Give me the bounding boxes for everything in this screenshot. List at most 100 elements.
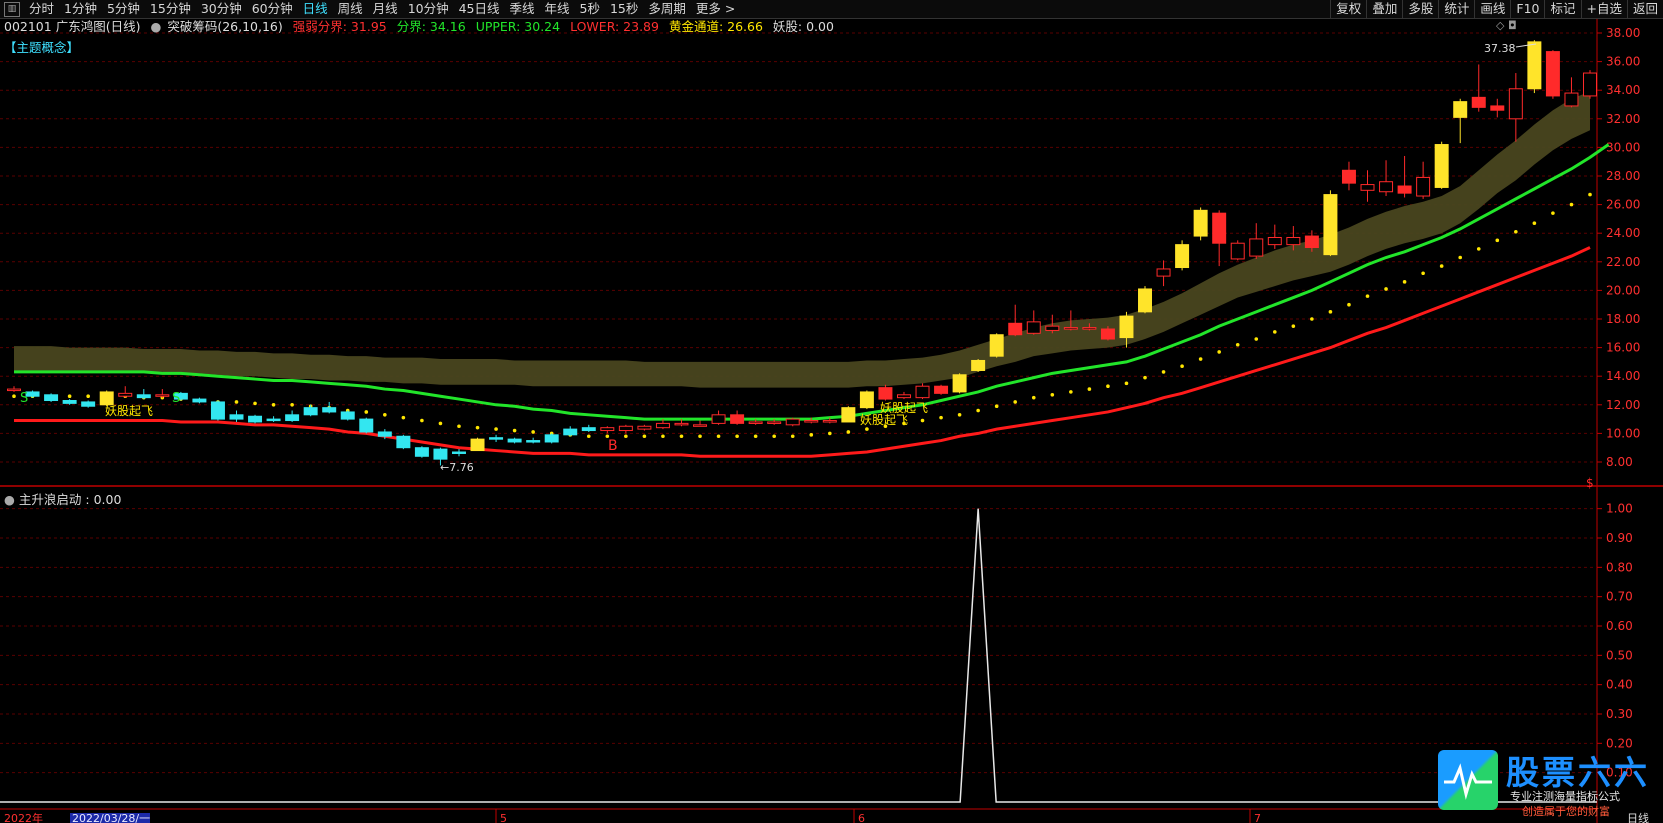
candle-body: [414, 447, 429, 457]
period-tab-10[interactable]: 45日线: [454, 0, 505, 18]
price-tick-label: 22.00: [1606, 255, 1640, 269]
period-tab-11[interactable]: 季线: [505, 0, 540, 18]
price-tick-label: 10.00: [1606, 426, 1640, 440]
channel-dot: [1402, 280, 1407, 284]
candle-body: [229, 414, 244, 420]
toolbar-button-0[interactable]: 复权: [1330, 0, 1366, 18]
candle-body: [934, 385, 949, 394]
candle-body: [62, 400, 77, 404]
candle-body: [470, 438, 485, 452]
channel-dot: [1124, 381, 1129, 386]
candle-body: [1416, 176, 1431, 197]
period-tab-16[interactable]: 更多 >: [691, 0, 740, 18]
period-toolbar: ▥ 分时 1分钟 5分钟 15分钟 30分钟 60分钟 日线 周线 月线 10分钟 45日线 季线 年线…: [0, 0, 1663, 19]
indicator-tick-label: 0.80: [1606, 560, 1633, 574]
logo-subtitle: 专业注测海量指标公式: [1510, 790, 1620, 803]
indicator-panel-label: 主升浪启动 : 0.00: [18, 492, 122, 507]
candle-body: [7, 388, 21, 392]
price-tick-label: 34.00: [1606, 83, 1640, 97]
logo-slogan: 创造属于您的财富: [1522, 805, 1610, 818]
channel-dot: [271, 403, 276, 407]
channel-dot: [1013, 400, 1018, 404]
channel-dot: [1198, 357, 1203, 361]
channel-dot: [253, 401, 257, 406]
topic-concept-tag[interactable]: 【主题概念】: [4, 37, 79, 56]
channel-dot: [976, 408, 980, 413]
candle-body: [1082, 327, 1097, 330]
channel-dot: [698, 434, 702, 439]
period-tab-4[interactable]: 30分钟: [196, 0, 247, 18]
stock-code-name[interactable]: 002101 广东鸿图(日线): [4, 19, 140, 34]
menu-icon[interactable]: ▥: [4, 1, 20, 17]
candle-body: [285, 414, 300, 422]
period-tab-1[interactable]: 1分钟: [59, 0, 102, 18]
toolbar-button-6[interactable]: 标记: [1544, 0, 1580, 18]
channel-dot: [1551, 211, 1555, 215]
candle-body: [971, 359, 986, 371]
candle-body: [878, 387, 893, 400]
candle-body: [1453, 101, 1468, 118]
period-tab-9[interactable]: 10分钟: [403, 0, 454, 18]
period-tab-6[interactable]: 日线: [298, 0, 333, 18]
price-tick-label: 8.00: [1606, 455, 1633, 469]
indicator-tick-label: 0.30: [1606, 707, 1633, 721]
candle-body: [1527, 41, 1542, 90]
indicator-toggle-icon[interactable]: ●: [4, 492, 15, 507]
period-tab-15[interactable]: 多周期: [643, 0, 691, 18]
toolbar-button-3[interactable]: 统计: [1438, 0, 1474, 18]
candle-body: [896, 394, 911, 399]
candle-body: [1341, 169, 1356, 184]
low-price-label: ←7.76: [440, 461, 474, 474]
period-tab-13[interactable]: 5秒: [575, 0, 605, 18]
period-tab-12[interactable]: 年线: [540, 0, 575, 18]
candle-body: [81, 401, 96, 407]
channel-dot: [1291, 324, 1296, 328]
candle-body: [544, 434, 559, 443]
channel-dot: [1588, 192, 1592, 197]
toolbar-button-1[interactable]: 叠加: [1366, 0, 1402, 18]
channel-dot: [661, 434, 665, 439]
toolbar-button-7[interactable]: +自选: [1580, 0, 1627, 18]
channel-dot: [1328, 310, 1333, 314]
lower-value: LOWER: 23.89: [570, 19, 659, 34]
indicator-settings-icon[interactable]: ●: [150, 19, 161, 34]
candle-body: [693, 424, 708, 427]
period-tab-3[interactable]: 15分钟: [145, 0, 196, 18]
candle-body: [340, 411, 355, 420]
candle-body: [952, 374, 967, 393]
channel-dot: [1310, 317, 1314, 321]
period-tab-14[interactable]: 15秒: [605, 0, 643, 18]
period-tab-7[interactable]: 周线: [333, 0, 368, 18]
yao-stock-signal-label: 妖股起飞: [860, 413, 908, 427]
price-tick-label: 20.00: [1606, 283, 1640, 297]
toolbar-button-8[interactable]: 返回: [1626, 0, 1663, 18]
channel-dot: [1106, 384, 1110, 389]
channel-dot: [1143, 375, 1147, 380]
period-tab-5[interactable]: 60分钟: [247, 0, 298, 18]
candle-body: [1119, 315, 1134, 339]
indicator-tick-label: 0.40: [1606, 678, 1633, 692]
candle-body: [1267, 236, 1282, 246]
period-tab-2[interactable]: 5分钟: [102, 0, 145, 18]
toolbar-button-5[interactable]: F10: [1510, 0, 1544, 18]
indicator-name[interactable]: 突破筹码(26,10,16): [167, 19, 282, 34]
date-axis-label: 2022/03/28/一: [72, 812, 150, 823]
candle-body: [581, 427, 596, 432]
candle-body: [359, 418, 374, 433]
toolbar-button-2[interactable]: 多股: [1402, 0, 1438, 18]
period-tab-8[interactable]: 月线: [368, 0, 403, 18]
channel-dot: [1421, 271, 1425, 276]
toolbar-button-4[interactable]: 画线: [1474, 0, 1510, 18]
candle-body: [859, 391, 874, 409]
candle-body: [1193, 209, 1208, 237]
period-tab-0[interactable]: 分时: [24, 0, 59, 18]
candle-body: [1156, 268, 1171, 277]
price-tick-label: 36.00: [1606, 55, 1640, 69]
yao-stock-signal-label: 妖股起飞: [105, 404, 153, 418]
panel-control-icons[interactable]: ◇ ◘: [1496, 19, 1517, 32]
channel-dot: [1031, 395, 1036, 400]
candle-body: [210, 401, 225, 420]
channel-dot: [828, 431, 832, 436]
candle-body: [377, 431, 392, 437]
channel-dot: [1439, 264, 1444, 268]
